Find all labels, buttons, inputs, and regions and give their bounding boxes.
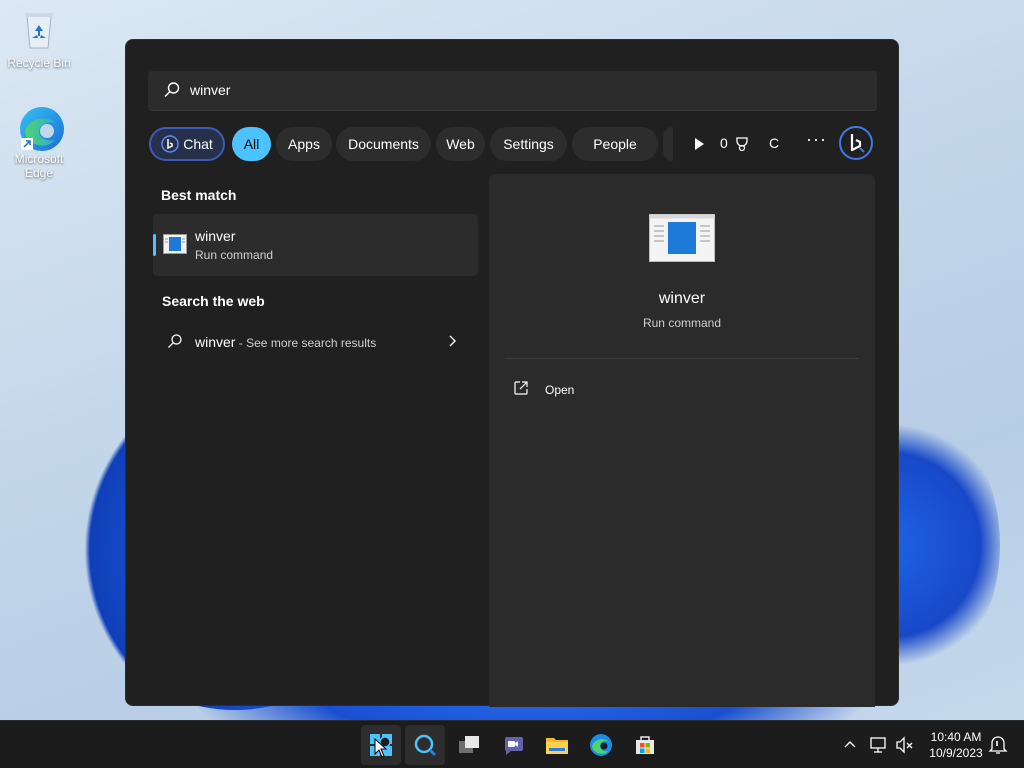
play-icon[interactable]: [690, 135, 708, 153]
preview-title: winver: [658, 290, 706, 307]
chat-icon: [504, 737, 523, 755]
taskbar-search-button[interactable]: [405, 725, 445, 765]
filter-apps[interactable]: Apps: [276, 127, 332, 161]
network-icon[interactable]: [869, 735, 889, 755]
task-view-icon: [459, 736, 479, 753]
search-icon: [164, 82, 180, 97]
rewards-points[interactable]: 0: [720, 135, 750, 152]
taskbar: 10:40 AM 10/9/2023: [0, 720, 1024, 768]
bing-icon: [850, 134, 865, 153]
search-box[interactable]: winver: [148, 71, 877, 111]
web-search-result[interactable]: winver - See more search results: [153, 324, 478, 358]
bing-chat-icon: [161, 135, 179, 153]
edge-icon: [17, 104, 64, 151]
winver-app-icon: [649, 214, 715, 262]
filter-people[interactable]: People: [572, 127, 658, 161]
show-hidden-icons-chevron-icon[interactable]: [841, 736, 859, 754]
best-match-heading: Best match: [161, 187, 237, 203]
clock-date: 10/9/2023: [929, 746, 983, 760]
result-name: winver: [195, 228, 236, 244]
desktop-icon-label: Recycle Bin: [7, 56, 71, 70]
filter-settings[interactable]: Settings: [490, 127, 567, 161]
filter-chat[interactable]: Chat: [149, 127, 225, 161]
taskbar-edge-button[interactable]: [581, 725, 621, 765]
search-input[interactable]: winver: [190, 82, 230, 98]
web-result-text: winver - See more search results: [195, 334, 377, 350]
open-external-icon: [514, 381, 528, 395]
results-list: Best match winver Run command Search the…: [148, 174, 484, 350]
mouse-cursor-icon: [374, 738, 388, 758]
file-explorer-icon: [546, 738, 568, 754]
search-flyout: winver Chat All Apps Documents Web Setti…: [125, 39, 899, 707]
result-preview-pane: winver Run command Open: [489, 174, 875, 707]
filter-documents[interactable]: Documents: [336, 127, 431, 161]
search-filters: Chat All Apps Documents Web Settings Peo…: [149, 126, 889, 161]
edge-icon: [590, 734, 612, 756]
preview-divider: [505, 358, 859, 359]
taskbar-chat-button[interactable]: [493, 725, 533, 765]
filter-web[interactable]: Web: [436, 127, 485, 161]
chevron-right-icon: [449, 335, 456, 347]
desktop-icon-label: Microsoft Edge: [14, 152, 64, 180]
filter-all[interactable]: All: [232, 127, 271, 161]
search-icon: [414, 734, 437, 757]
result-type: Run command: [195, 248, 274, 262]
search-icon: [168, 334, 182, 348]
desktop-icon-edge[interactable]: Microsoft Edge: [4, 104, 74, 180]
more-options-button[interactable]: ···: [806, 129, 827, 150]
taskbar-file-explorer-button[interactable]: [537, 725, 577, 765]
account-avatar[interactable]: C: [769, 135, 779, 151]
volume-muted-icon[interactable]: [895, 735, 915, 755]
recycle-bin-icon: [17, 8, 61, 52]
taskbar-store-button[interactable]: [625, 725, 665, 765]
taskbar-task-view-button[interactable]: [449, 725, 489, 765]
search-web-heading: Search the web: [162, 293, 265, 309]
selection-indicator: [153, 234, 156, 256]
notification-icon[interactable]: [988, 735, 1008, 755]
open-action[interactable]: Open: [513, 380, 853, 402]
bing-button[interactable]: [839, 126, 873, 160]
preview-subtitle: Run command: [642, 316, 722, 330]
winver-app-icon: [163, 234, 187, 254]
open-action-label: Open: [545, 383, 575, 397]
desktop-icon-recycle-bin[interactable]: Recycle Bin: [4, 8, 74, 70]
store-icon: [636, 736, 654, 754]
clock-time: 10:40 AM: [930, 730, 982, 744]
clock[interactable]: 10:40 AM 10/9/2023: [920, 729, 992, 761]
trophy-icon: [736, 137, 748, 152]
best-match-result[interactable]: winver Run command: [153, 214, 478, 276]
filter-overflow[interactable]: [663, 127, 673, 161]
